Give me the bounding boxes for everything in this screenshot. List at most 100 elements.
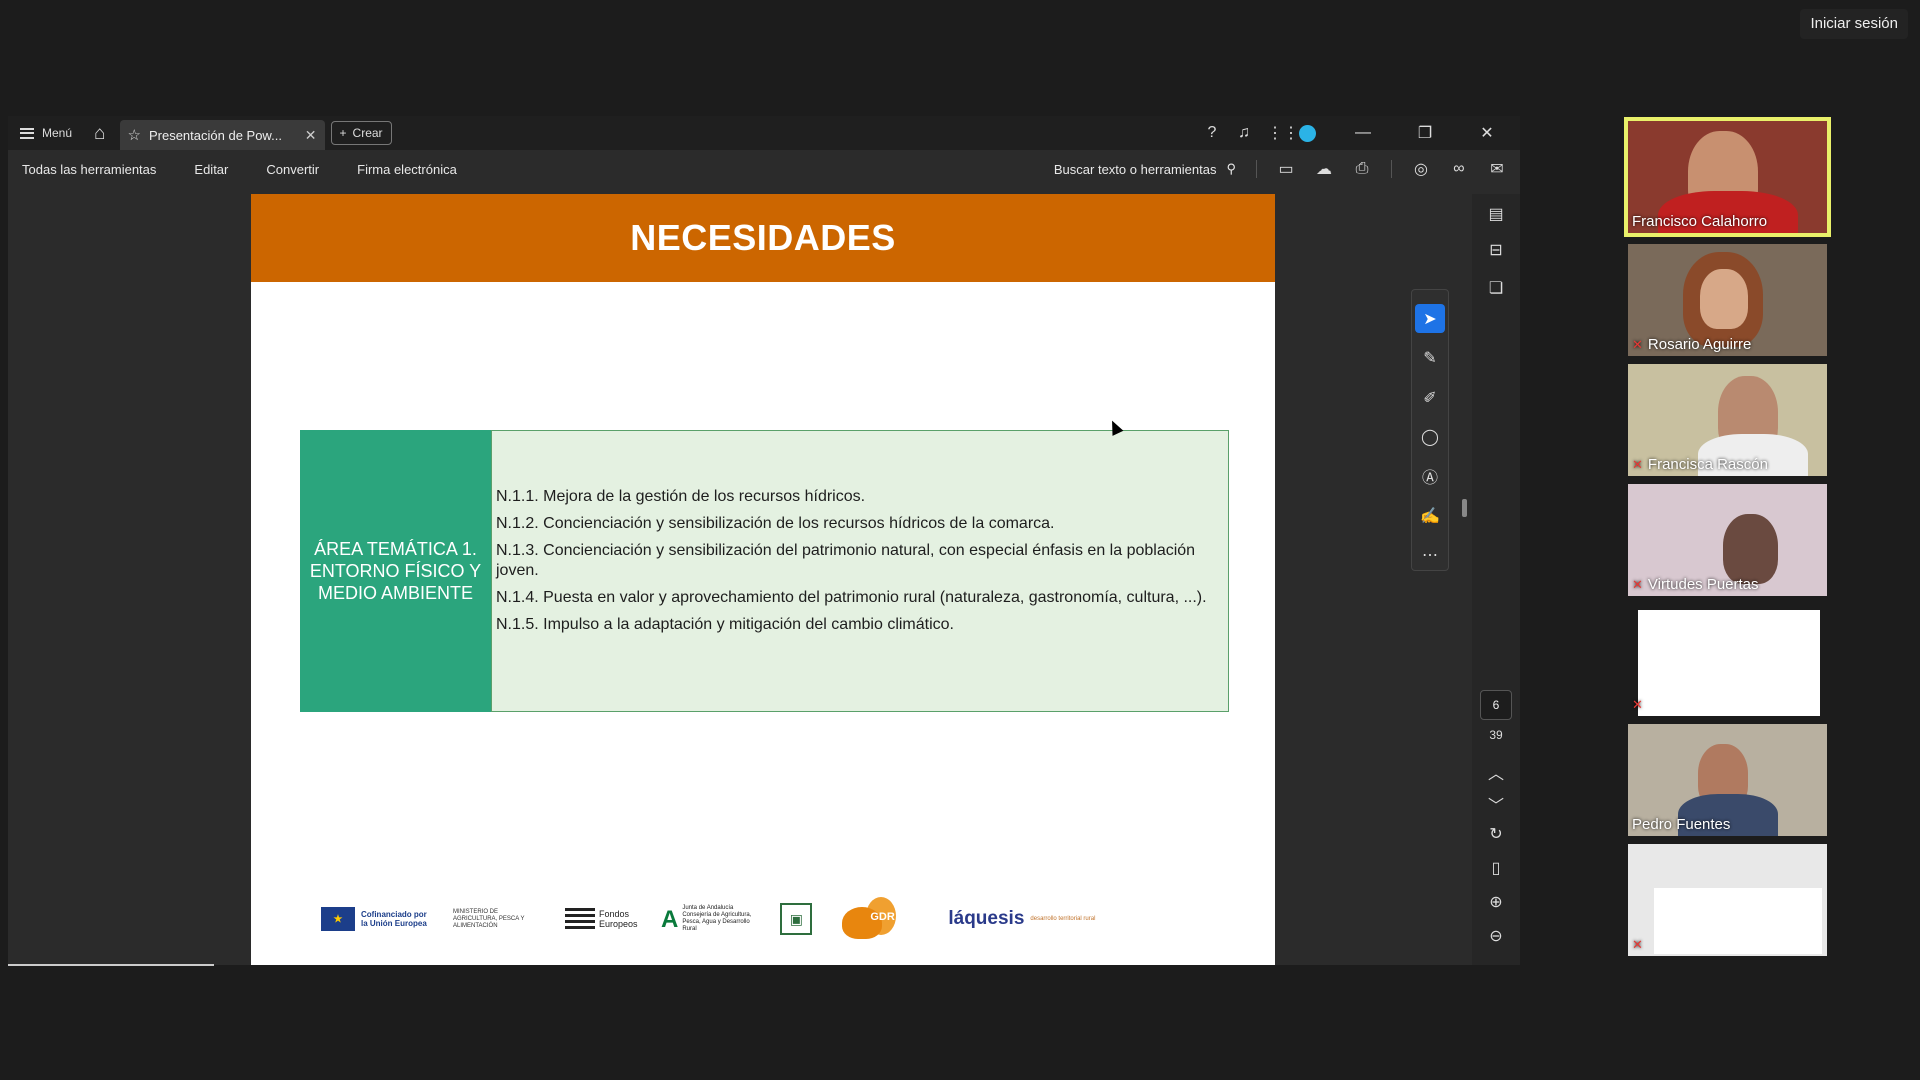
need-item: N.1.4. Puesta en valor y aprovechamiento… bbox=[496, 589, 1207, 606]
ministerio-logo: MINISTERIO DE AGRICULTURA, PESCA Y ALIME… bbox=[453, 908, 525, 929]
mic-off-icon: ✕ bbox=[1632, 697, 1643, 712]
eu-flag-icon: ★ bbox=[321, 907, 355, 931]
participant-name: ✕ bbox=[1632, 697, 1648, 713]
scrollbar-thumb[interactable] bbox=[1462, 499, 1467, 517]
page-down-icon[interactable]: ﹀ bbox=[1472, 792, 1520, 816]
email-icon[interactable]: ✉ bbox=[1488, 159, 1506, 179]
comments-panel-icon[interactable]: ▤ bbox=[1472, 204, 1520, 224]
participant-name: ✕ bbox=[1632, 937, 1648, 953]
need-item: N.1.2. Concienciación y sensibilización … bbox=[496, 515, 1055, 532]
participant-tile[interactable]: ✕ bbox=[1628, 844, 1827, 956]
mic-off-icon: ✕ bbox=[1632, 937, 1643, 952]
mic-off-icon: ✕ bbox=[1632, 336, 1643, 352]
zoom-out-icon[interactable]: ⊖ bbox=[1472, 926, 1520, 946]
bookmarks-icon[interactable]: ⊟ bbox=[1472, 240, 1520, 260]
create-button[interactable]: + Crear bbox=[330, 121, 392, 145]
link-icon[interactable]: ∞ bbox=[1450, 160, 1468, 178]
upload-cloud-icon[interactable]: ☁ bbox=[1315, 159, 1333, 179]
more-options-icon[interactable]: ⋯ bbox=[1415, 541, 1445, 570]
fondos-europeos-logo: Fondos Europeos bbox=[565, 908, 639, 930]
fondos-stripes-icon bbox=[565, 908, 595, 930]
toolbar-divider bbox=[1391, 160, 1392, 178]
participant-face bbox=[1700, 269, 1748, 329]
home-icon[interactable]: ⌂ bbox=[94, 124, 105, 143]
apps-grid-icon[interactable]: ⋮⋮ bbox=[1267, 123, 1299, 143]
account-avatar[interactable] bbox=[1299, 124, 1316, 142]
minimize-icon[interactable]: — bbox=[1348, 124, 1378, 142]
hamburger-icon bbox=[20, 127, 34, 139]
pdf-page: NECESIDADES ÁREA TEMÁTICA 1. ENTORNO FÍS… bbox=[251, 194, 1275, 965]
menu-button[interactable]: Menú bbox=[20, 126, 72, 140]
participant-tile[interactable]: Pedro Fuentes bbox=[1628, 724, 1827, 836]
bell-icon[interactable]: ♫ bbox=[1235, 124, 1253, 142]
help-icon[interactable]: ? bbox=[1203, 124, 1221, 142]
participant-tile[interactable]: ✕ Rosario Aguirre bbox=[1628, 244, 1827, 356]
participant-name: ✕ Virtudes Puertas bbox=[1632, 576, 1759, 593]
participant-name: Francisco Calahorro bbox=[1632, 213, 1768, 230]
restore-icon[interactable]: ❐ bbox=[1410, 123, 1440, 143]
participant-name: Pedro Fuentes bbox=[1632, 816, 1731, 833]
create-label: Crear bbox=[352, 126, 383, 140]
save-icon[interactable]: ▭ bbox=[1277, 159, 1295, 179]
main-toolbar: Todas las herramientas Editar Convertir … bbox=[8, 150, 1520, 188]
page-fit-icon[interactable]: ▯ bbox=[1472, 858, 1520, 878]
search-label: Buscar texto o herramientas bbox=[1053, 161, 1217, 177]
funding-logos: ★ Cofinanciado por la Unión Europea MINI… bbox=[321, 897, 1110, 941]
zoom-in-icon[interactable]: ⊕ bbox=[1472, 892, 1520, 912]
rotate-icon[interactable]: ↻ bbox=[1472, 824, 1520, 844]
document-tab[interactable]: ☆ Presentación de Pow... ✕ bbox=[119, 120, 325, 150]
right-rail: ▤ ⊟ ❏ 6 39 ︿ ﹀ ↻ ▯ ⊕ ⊖ bbox=[1472, 194, 1520, 965]
toolbar-edit[interactable]: Editar bbox=[194, 162, 228, 177]
need-item: N.1.3. Concienciación y sensibilización … bbox=[496, 542, 1196, 579]
participant-video bbox=[1723, 514, 1778, 584]
need-item: N.1.5. Impulso a la adaptación y mitigac… bbox=[496, 616, 954, 633]
print-icon[interactable]: ⎙ bbox=[1353, 160, 1371, 178]
slide-title: NECESIDADES bbox=[630, 217, 896, 258]
leader-logo-icon: ▣ bbox=[780, 903, 813, 935]
signin-button[interactable]: Iniciar sesión bbox=[1800, 9, 1908, 39]
acrobat-window: Menú ⌂ ☆ Presentación de Pow... ✕ + Crea… bbox=[8, 116, 1520, 966]
eu-logo: ★ Cofinanciado por la Unión Europea bbox=[321, 907, 431, 931]
junta-logo-text: Junta de Andalucía Consejería de Agricul… bbox=[682, 905, 752, 932]
current-page-input[interactable]: 6 bbox=[1480, 690, 1512, 720]
select-cursor-icon[interactable]: ➤ bbox=[1415, 304, 1445, 334]
progress-line bbox=[8, 964, 214, 966]
plus-icon: + bbox=[339, 126, 347, 140]
eu-logo-text: Cofinanciado por la Unión Europea bbox=[361, 910, 427, 928]
pages-icon[interactable]: ❏ bbox=[1472, 278, 1520, 298]
participant-tile[interactable]: ✕ Virtudes Puertas bbox=[1628, 484, 1827, 596]
needs-list: N.1.1. Mejora de la gestión de los recur… bbox=[491, 430, 1229, 712]
text-box-icon[interactable]: Ⓐ bbox=[1415, 462, 1445, 491]
tab-title: Presentación de Pow... bbox=[148, 127, 282, 143]
title-bar: Menú ⌂ ☆ Presentación de Pow... ✕ + Crea… bbox=[8, 116, 1520, 150]
toolbar-all-tools[interactable]: Todas las herramientas bbox=[22, 162, 156, 177]
quick-tools-panel: ➤ ✎ ✐ ◯ Ⓐ ✍ ⋯ bbox=[1411, 289, 1449, 571]
toolbar-convert[interactable]: Convertir bbox=[266, 162, 319, 177]
highlight-pen-icon[interactable]: ✐ bbox=[1415, 383, 1445, 412]
participant-video bbox=[1654, 888, 1822, 954]
share-icon[interactable]: ◎ bbox=[1412, 159, 1430, 179]
junta-a-icon: A bbox=[661, 905, 679, 933]
laquesis-subtitle: desarrollo territorial rural bbox=[1030, 915, 1096, 922]
close-window-icon[interactable]: ✕ bbox=[1472, 123, 1502, 143]
participant-tile[interactable]: ✕ Francisca Rascón bbox=[1628, 364, 1827, 476]
menu-label: Menú bbox=[42, 126, 73, 140]
close-tab-icon[interactable]: ✕ bbox=[305, 127, 317, 144]
toolbar-e-sign[interactable]: Firma electrónica bbox=[357, 162, 457, 177]
sign-icon[interactable]: ✍ bbox=[1415, 501, 1445, 530]
laquesis-logo: láquesis desarrollo territorial rural bbox=[948, 908, 1110, 930]
page-up-icon[interactable]: ︿ bbox=[1472, 760, 1520, 784]
add-comment-icon[interactable]: ✎ bbox=[1415, 343, 1445, 372]
laquesis-logo-text: láquesis bbox=[948, 908, 1025, 929]
draw-lasso-icon[interactable]: ◯ bbox=[1415, 422, 1445, 451]
slide-header: NECESIDADES bbox=[251, 194, 1275, 282]
gdr-squirrel-logo: GDR bbox=[834, 897, 900, 941]
search-tools[interactable]: Buscar texto o herramientas ⚲ bbox=[1054, 161, 1236, 177]
mic-off-icon: ✕ bbox=[1632, 456, 1643, 472]
participant-tile[interactable]: ✕ bbox=[1628, 604, 1827, 716]
document-area[interactable]: NECESIDADES ÁREA TEMÁTICA 1. ENTORNO FÍS… bbox=[8, 194, 1472, 966]
participant-tile[interactable]: Francisco Calahorro bbox=[1624, 117, 1831, 237]
total-pages: 39 bbox=[1489, 728, 1503, 742]
star-icon[interactable]: ☆ bbox=[128, 126, 141, 144]
participant-video bbox=[1638, 610, 1820, 716]
